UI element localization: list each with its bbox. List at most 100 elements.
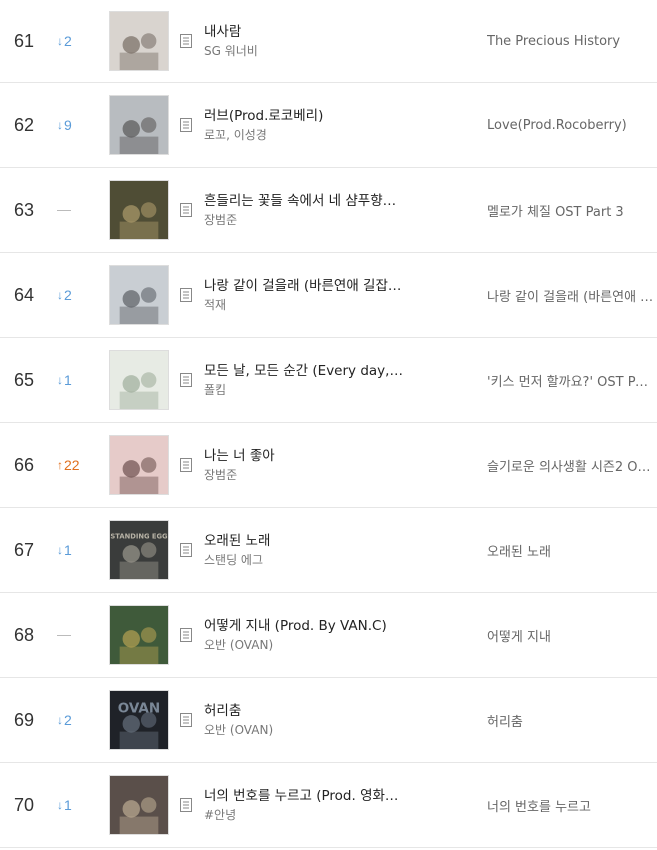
song-title[interactable]: 모든 날, 모든 순간 (Every day, Every Moment) — [204, 362, 404, 380]
rank-change-value: 22 — [64, 457, 80, 473]
artist-name[interactable]: #안녕 — [204, 807, 469, 823]
song-info-icon[interactable] — [180, 34, 192, 48]
song-title[interactable]: 러브(Prod.로코베리) — [204, 107, 404, 125]
rank-down-icon: ↓ — [57, 118, 63, 132]
song-info-icon[interactable] — [180, 373, 192, 387]
rank-up-icon: ↑ — [57, 458, 63, 472]
artist-name[interactable]: 로꼬, 이성경 — [204, 127, 469, 143]
rank-change: ↓ 2 — [57, 678, 72, 762]
song-title[interactable]: 허리춤 — [204, 702, 404, 720]
rank-change-value: 1 — [64, 372, 72, 388]
rank-change-value: 9 — [64, 117, 72, 133]
album-title[interactable]: Love(Prod.Rocoberry) — [487, 118, 627, 133]
album-title[interactable]: 나랑 같이 걸을래 (바른연애 길잡이 X 적재) — [487, 286, 655, 305]
album-title[interactable]: 오래된 노래 — [487, 541, 551, 560]
chart-row[interactable]: 68 어떻게 지내 (Prod. By VAN.C) 오반 (OVAN) 어떻게 지내 — [0, 593, 657, 678]
song-title[interactable]: 오래된 노래 — [204, 532, 404, 550]
artist-name[interactable]: 오반 (OVAN) — [204, 637, 469, 653]
album-cover-art — [110, 606, 168, 664]
chart-row[interactable]: 70 ↓ 1 너의 번호를 누르고 (Prod. 영화처럼) #안녕 너의 번호를 누르고 — [0, 763, 657, 848]
album-title[interactable]: The Precious History — [487, 34, 620, 49]
song-info-icon[interactable] — [180, 628, 192, 642]
album-cover[interactable] — [109, 350, 169, 410]
song-info: 너의 번호를 누르고 (Prod. 영화처럼) #안녕 — [204, 763, 469, 847]
song-info: 러브(Prod.로코베리) 로꼬, 이성경 — [204, 83, 469, 167]
no-change-icon — [57, 634, 71, 636]
album-cover[interactable]: STANDING EGG — [109, 520, 169, 580]
album-name[interactable]: 어떻게 지내 — [487, 593, 655, 677]
song-info-icon[interactable] — [180, 458, 192, 472]
rank-change: ↓ 9 — [57, 83, 72, 167]
song-info-icon[interactable] — [180, 798, 192, 812]
album-name[interactable]: The Precious History — [487, 0, 655, 82]
rank-number: 66 — [14, 454, 35, 475]
album-title[interactable]: 멜로가 체질 OST Part 3 — [487, 201, 624, 220]
artist-name[interactable]: 오반 (OVAN) — [204, 722, 469, 738]
rank-down-icon: ↓ — [57, 713, 63, 727]
chart-row[interactable]: 65 ↓1 모든 날, 모든 순간 (Every day, Every Moment… — [0, 338, 657, 423]
song-info-icon[interactable] — [180, 203, 192, 217]
album-cover[interactable]: OVAN — [109, 690, 169, 750]
rank-number: 70 — [14, 794, 35, 815]
chart-row[interactable]: 66 ↑22 나는 너 좋아장범준 슬기로운 의사생활 시즌2 OST Part 1 — [0, 423, 657, 508]
song-title[interactable]: 나는 너 좋아 — [204, 447, 404, 465]
rank-number: 61 — [14, 30, 35, 51]
artist-name[interactable]: 폴킴 — [204, 382, 469, 398]
song-title[interactable]: 흔들리는 꽃들 속에서 네 샴푸향이 느껴진거야 — [204, 192, 404, 210]
album-name[interactable]: 슬기로운 의사생활 시즌2 OST Part 1 — [487, 423, 655, 507]
rank-down-icon: ↓ — [57, 373, 63, 387]
song-info-icon[interactable] — [180, 543, 192, 557]
rank-change-value: 2 — [64, 712, 72, 728]
album-cover-art — [110, 436, 168, 494]
song-title[interactable]: 너의 번호를 누르고 (Prod. 영화처럼) — [204, 787, 404, 805]
artist-name[interactable]: 스탠딩 에그 — [204, 552, 469, 568]
song-info: 허리춤오반 (OVAN) — [204, 678, 469, 762]
album-cover[interactable] — [109, 605, 169, 665]
rank-change: ↑ 22 — [57, 423, 80, 507]
cover-text: STANDING EGG — [110, 532, 168, 540]
album-name[interactable]: 오래된 노래 — [487, 508, 655, 592]
chart-row[interactable]: 61 ↓ 2 내사람 SG 워너비 The Precious History — [0, 0, 657, 83]
chart-row[interactable]: 64↓2나랑 같이 걸을래 (바른연애 길잡이 X 적재)적재나랑 같이 걸을래… — [0, 253, 657, 338]
album-name[interactable]: 허리춤 — [487, 678, 655, 762]
album-cover[interactable] — [109, 180, 169, 240]
song-title[interactable]: 내사람 — [204, 23, 404, 41]
rank-change: ↓ 1 — [57, 508, 72, 592]
album-name[interactable]: 멜로가 체질 OST Part 3 — [487, 168, 655, 252]
album-cover[interactable] — [109, 775, 169, 835]
rank-change-value: 1 — [64, 797, 72, 813]
chart-row[interactable]: 62 ↓ 9 러브(Prod.로코베리) 로꼬, 이성경 Love(Prod.Rocobe… — [0, 83, 657, 168]
artist-name[interactable]: 적재 — [204, 297, 469, 313]
album-name[interactable]: '키스 먼저 할까요?' OST Part.3 — [487, 338, 655, 422]
chart-row[interactable]: 63 흔들리는 꽃들 속에서 네 샴푸향이 느껴진거야장범준 멜로가 체질 OST … — [0, 168, 657, 253]
rank-change: ↓ 1 — [57, 763, 72, 847]
album-title[interactable]: '키스 먼저 할까요?' OST Part.3 — [487, 371, 655, 390]
rank-change: ↓ 2 — [57, 253, 72, 337]
album-cover[interactable] — [109, 435, 169, 495]
artist-name[interactable]: 장범준 — [204, 212, 469, 228]
song-info-icon[interactable] — [180, 288, 192, 302]
rank-change: ↓ 2 — [57, 0, 72, 82]
album-cover[interactable] — [109, 11, 169, 71]
album-cover[interactable] — [109, 265, 169, 325]
album-name[interactable]: Love(Prod.Rocoberry) — [487, 83, 655, 167]
album-title[interactable]: 슬기로운 의사생활 시즌2 OST Part 1 — [487, 456, 655, 475]
song-info: 나랑 같이 걸을래 (바른연애 길잡이 X 적재) 적재 — [204, 253, 469, 337]
song-title[interactable]: 어떻게 지내 (Prod. By VAN.C) — [204, 617, 404, 635]
song-info-icon[interactable] — [180, 713, 192, 727]
album-title[interactable]: 어떻게 지내 — [487, 626, 551, 645]
artist-name[interactable]: SG 워너비 — [204, 43, 469, 59]
album-title[interactable]: 허리춤 — [487, 711, 523, 730]
song-info-icon[interactable] — [180, 118, 192, 132]
song-title[interactable]: 나랑 같이 걸을래 (바른연애 길잡이 X 적재) — [204, 277, 404, 295]
chart-list: 61 ↓ 2 내사람 SG 워너비 The Precious History 62 ↓ 9 러브(… — [0, 0, 657, 848]
album-cover[interactable] — [109, 95, 169, 155]
rank-change — [57, 168, 71, 252]
album-title[interactable]: 너의 번호를 누르고 — [487, 796, 591, 815]
album-name[interactable]: 나랑 같이 걸을래 (바른연애 길잡이 X 적재) — [487, 253, 655, 337]
album-name[interactable]: 너의 번호를 누르고 — [487, 763, 655, 847]
chart-row[interactable]: 69 ↓ 2 OVAN 허리춤 오반 (OVAN) 허리춤 — [0, 678, 657, 763]
artist-name[interactable]: 장범준 — [204, 467, 469, 483]
song-info: 오래된 노래스탠딩 에그 — [204, 508, 469, 592]
chart-row[interactable]: 67 ↓ 1 STANDING EGG 오래된 노래 스탠딩 에그 오래된 노래 — [0, 508, 657, 593]
